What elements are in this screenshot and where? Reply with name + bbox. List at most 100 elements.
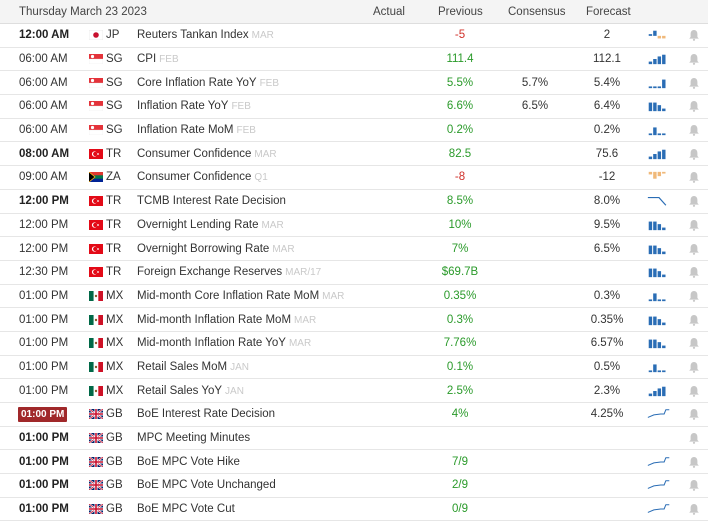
- chart-bar: [653, 102, 657, 112]
- calendar-row[interactable]: 06:00 AM SG Inflation Rate YoY FEB 6.6% 6…: [0, 95, 708, 119]
- event-name-link[interactable]: Consumer Confidence MAR: [137, 148, 277, 160]
- mini-chart[interactable]: [647, 431, 671, 445]
- event-name-link[interactable]: Consumer Confidence Q1: [137, 171, 268, 183]
- mini-chart[interactable]: [647, 76, 671, 90]
- mini-chart[interactable]: [647, 289, 671, 303]
- event-name-link[interactable]: Retail Sales MoM JAN: [137, 361, 249, 373]
- mini-chart[interactable]: [647, 52, 671, 66]
- calendar-row[interactable]: 06:00 AM SG CPI FEB 111.4 112.1: [0, 48, 708, 72]
- bell-icon[interactable]: [688, 314, 700, 326]
- chart-bar: [662, 322, 666, 325]
- mini-chart[interactable]: [647, 313, 671, 327]
- mini-chart[interactable]: [647, 194, 671, 208]
- calendar-row[interactable]: 01:00 PM GB BoE MPC Vote Hike 7/9: [0, 450, 708, 475]
- bell-icon[interactable]: [688, 266, 700, 279]
- calendar-row[interactable]: 01:00 PM GB BoE Interest Rate Decision 4…: [0, 403, 708, 427]
- mini-chart[interactable]: [647, 360, 671, 374]
- event-name-link[interactable]: Inflation Rate YoY FEB: [137, 100, 251, 112]
- country-code: MX: [106, 384, 124, 397]
- bell-icon[interactable]: [688, 77, 700, 89]
- calendar-row[interactable]: 08:00 AM TR Consumer Confidence MAR 82.5 …: [0, 142, 708, 167]
- event-name-link[interactable]: Inflation Rate MoM FEB: [137, 124, 256, 136]
- bell-icon[interactable]: [688, 432, 700, 444]
- chart-bar: [648, 221, 653, 230]
- mini-chart[interactable]: [647, 123, 671, 137]
- event-name-link[interactable]: Reuters Tankan Index MAR: [137, 29, 274, 41]
- mini-chart[interactable]: [647, 407, 671, 421]
- calendar-row[interactable]: 01:00 PM MX Mid-month Inflation Rate YoY…: [0, 332, 708, 356]
- calendar-row[interactable]: 01:00 PM MX Mid-month Inflation Rate MoM…: [0, 308, 708, 332]
- calendar-row[interactable]: 12:00 PM TR Overnight Lending Rate MAR 10…: [0, 214, 708, 238]
- bell-icon[interactable]: [688, 29, 700, 42]
- bell-icon[interactable]: [688, 479, 700, 492]
- event-name-link[interactable]: BoE MPC Vote Hike: [137, 456, 243, 468]
- event-name-link[interactable]: CPI FEB: [137, 53, 179, 65]
- bell-icon[interactable]: [688, 243, 700, 255]
- chart-bar: [657, 299, 662, 302]
- bell-icon[interactable]: [688, 290, 700, 302]
- event-name-link[interactable]: Mid-month Inflation Rate YoY MAR: [137, 337, 311, 349]
- event-name-link[interactable]: Core Inflation Rate YoY FEB: [137, 77, 279, 89]
- event-name-link[interactable]: Retail Sales YoY JAN: [137, 385, 244, 397]
- mini-chart[interactable]: [647, 218, 671, 232]
- event-name-link[interactable]: BoE MPC Vote Unchanged: [137, 479, 279, 491]
- mini-chart[interactable]: [647, 455, 671, 469]
- calendar-row[interactable]: 01:00 PM GB BoE MPC Vote Unchanged 2/9: [0, 474, 708, 498]
- mini-chart[interactable]: [647, 28, 671, 42]
- event-name-link[interactable]: Overnight Lending Rate MAR: [137, 219, 284, 231]
- calendar-row[interactable]: 12:00 AM JP Reuters Tankan Index MAR -5 2: [0, 24, 708, 48]
- calendar-row[interactable]: 01:00 PM MX Mid-month Core Inflation Rat…: [0, 285, 708, 309]
- mini-chart[interactable]: [647, 242, 671, 256]
- calendar-row[interactable]: 12:00 PM TR TCMB Interest Rate Decision …: [0, 190, 708, 214]
- calendar-row[interactable]: 06:00 AM SG Inflation Rate MoM FEB 0.2% 0…: [0, 119, 708, 143]
- event-name-link[interactable]: Mid-month Inflation Rate MoM MAR: [137, 314, 316, 326]
- calendar-row[interactable]: 09:00 AM ZA Consumer Confidence Q1 -8 -12: [0, 166, 708, 190]
- bell-icon[interactable]: [688, 195, 700, 208]
- flag-gb-icon: [89, 504, 103, 515]
- calendar-row[interactable]: 12:00 PM TR Overnight Borrowing Rate MAR …: [0, 237, 708, 261]
- mini-chart[interactable]: [647, 502, 671, 516]
- bell-icon[interactable]: [688, 456, 700, 468]
- bell-icon[interactable]: [688, 337, 700, 350]
- mini-chart[interactable]: [647, 265, 671, 279]
- event-name-link[interactable]: Foreign Exchange Reserves MAR/17: [137, 266, 321, 278]
- event-time-text: 09:00 AM: [19, 171, 68, 184]
- event-name-link[interactable]: Mid-month Core Inflation Rate MoM MAR: [137, 290, 344, 302]
- bell-icon[interactable]: [688, 361, 700, 373]
- event-time: 01:00 PM: [19, 432, 81, 444]
- chart-bar: [662, 386, 666, 396]
- bell-icon[interactable]: [688, 171, 700, 184]
- event-name-link[interactable]: Overnight Borrowing Rate MAR: [137, 243, 295, 255]
- calendar-row[interactable]: 06:00 AM SG Core Inflation Rate YoY FEB 5…: [0, 71, 708, 96]
- event-period: MAR/17: [285, 267, 322, 279]
- mini-chart[interactable]: [647, 478, 671, 492]
- flag-sg-icon: [89, 101, 103, 112]
- mini-chart[interactable]: [647, 99, 671, 113]
- event-name: Consumer Confidence: [137, 171, 252, 184]
- bell-icon[interactable]: [688, 148, 700, 160]
- calendar-row[interactable]: 01:00 PM GB MPC Meeting Minutes: [0, 427, 708, 451]
- calendar-row[interactable]: 01:00 PM MX Retail Sales YoY JAN 2.5% 2.3…: [0, 379, 708, 403]
- mini-chart[interactable]: [647, 170, 671, 184]
- bell-icon[interactable]: [688, 219, 700, 231]
- chart-bar: [657, 105, 662, 112]
- bell-icon[interactable]: [688, 385, 700, 397]
- bell-icon[interactable]: [688, 53, 700, 65]
- mini-chart[interactable]: [647, 336, 671, 350]
- calendar-row[interactable]: 01:00 PM GB BoE MPC Vote Cut 0/9: [0, 498, 708, 522]
- bell-icon[interactable]: [688, 100, 700, 113]
- flag-mx-icon: [89, 385, 103, 396]
- event-name-link[interactable]: BoE MPC Vote Cut: [137, 503, 238, 515]
- event-time-text: 08:00 AM: [19, 147, 70, 160]
- bell-icon[interactable]: [688, 503, 700, 515]
- mini-chart[interactable]: [647, 147, 671, 161]
- flag-sg-icon: [89, 77, 103, 88]
- event-name-link[interactable]: MPC Meeting Minutes: [137, 432, 253, 444]
- calendar-row[interactable]: 12:30 PM TR Foreign Exchange Reserves MAR…: [0, 261, 708, 285]
- bell-icon[interactable]: [688, 408, 700, 421]
- mini-chart[interactable]: [647, 384, 671, 398]
- event-name-link[interactable]: TCMB Interest Rate Decision: [137, 195, 289, 207]
- event-name-link[interactable]: BoE Interest Rate Decision: [137, 408, 278, 420]
- calendar-row[interactable]: 01:00 PM MX Retail Sales MoM JAN 0.1% 0.5…: [0, 356, 708, 380]
- bell-icon[interactable]: [688, 124, 700, 136]
